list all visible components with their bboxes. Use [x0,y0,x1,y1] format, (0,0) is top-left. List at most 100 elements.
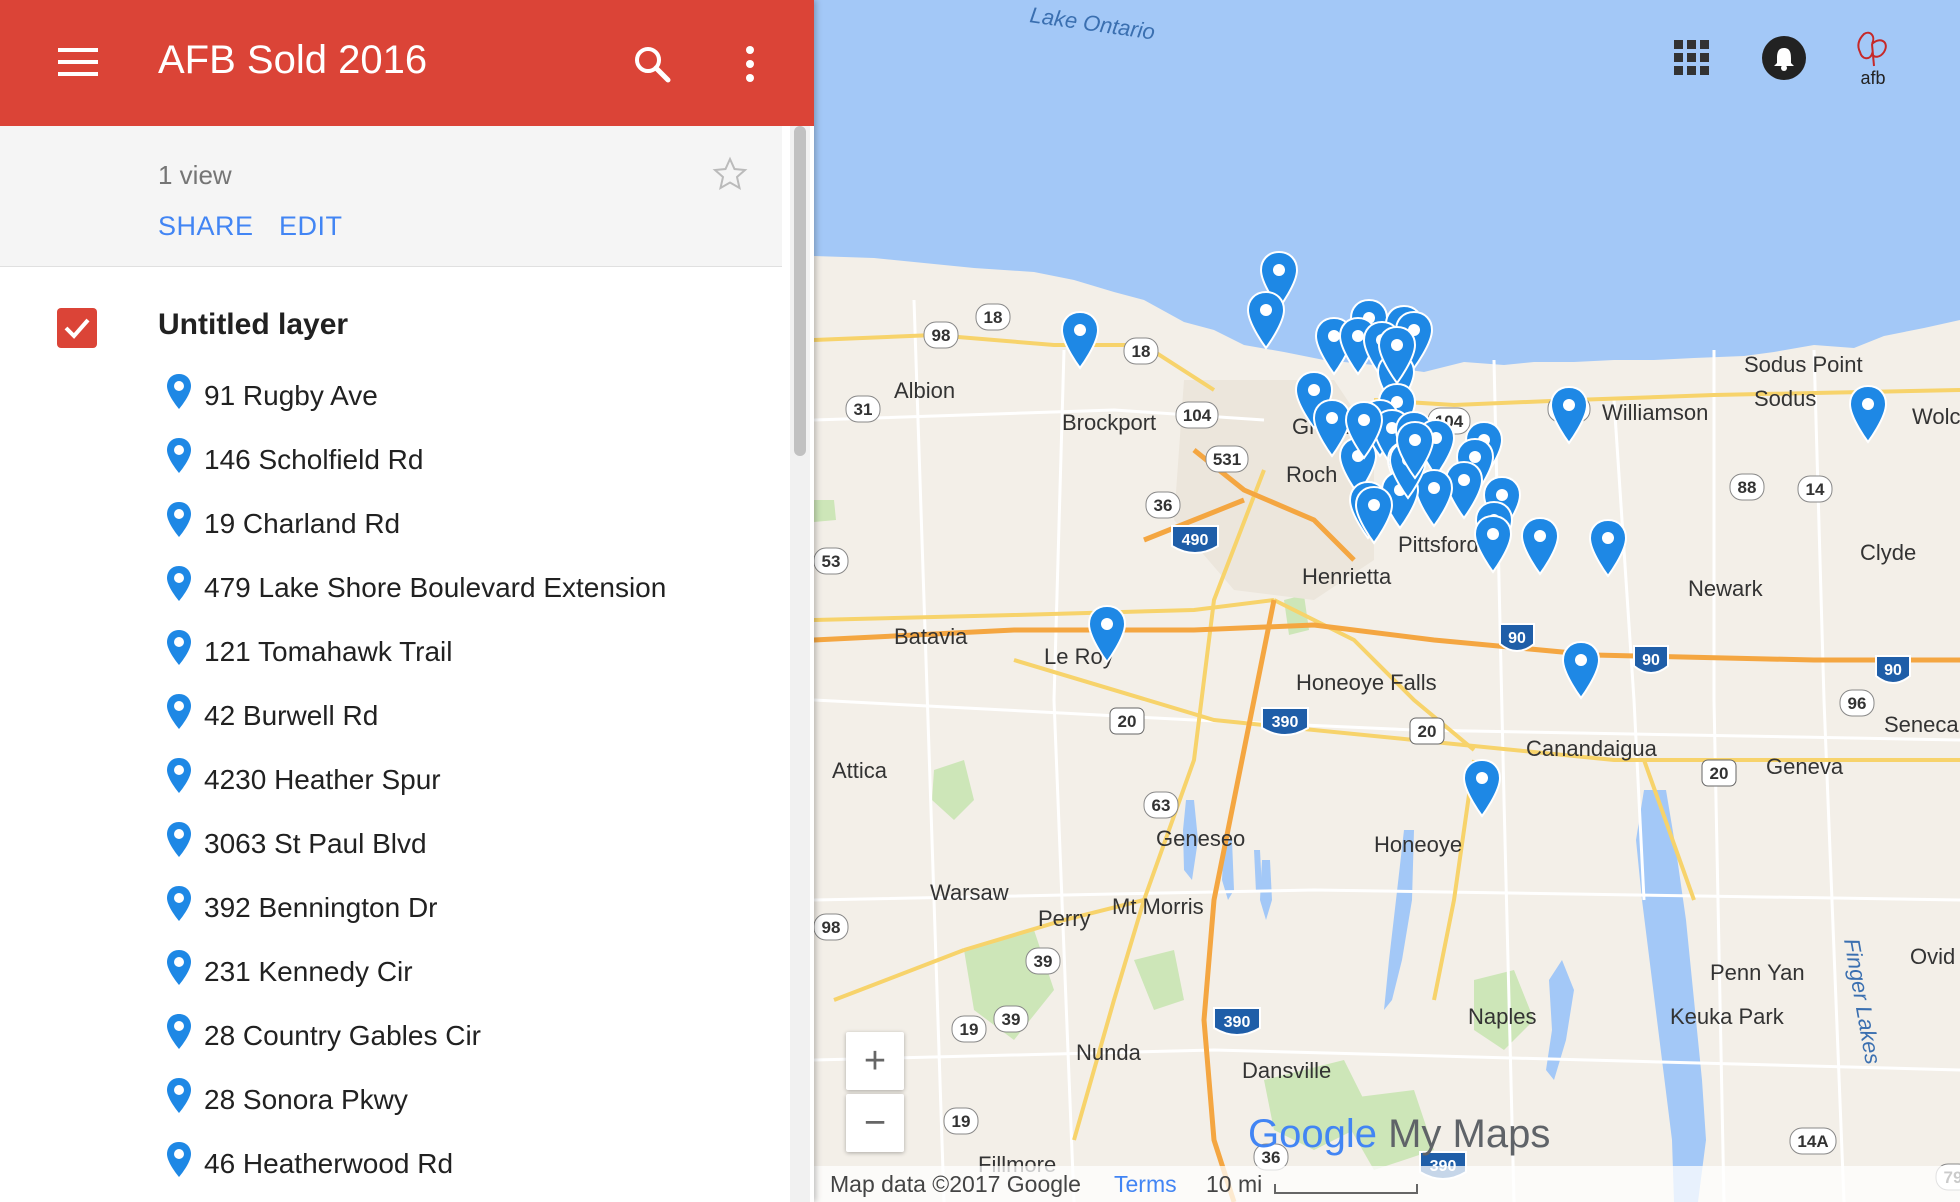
star-outline-icon[interactable] [712,156,748,192]
scale-bar [1274,1184,1418,1194]
menu-icon[interactable] [58,48,98,78]
zoom-out-button[interactable]: − [846,1094,904,1152]
list-item[interactable]: 231 Kennedy Cir [160,948,760,998]
afb-logo-icon[interactable]: afb [1850,28,1896,90]
place-marker-icon [164,820,194,865]
list-item[interactable]: 479 Lake Shore Boulevard Extension [160,564,760,614]
place-address: 4230 Heather Spur [204,764,441,795]
place-address: 42 Burwell Rd [204,700,379,731]
svg-text:31: 31 [854,400,873,419]
town-label: Canandaigua [1526,736,1658,761]
town-label: Mt Morris [1112,894,1204,919]
svg-text:96: 96 [1848,694,1867,713]
panel-header: AFB Sold 2016 [0,0,814,126]
town-label: Geneseo [1156,826,1245,851]
town-label: Wolcot [1912,404,1960,429]
svg-text:39: 39 [1034,952,1053,971]
svg-text:90: 90 [1884,662,1902,679]
map-meta: 1 view SHARE EDIT [0,126,782,267]
google-my-maps-brand: Google My Maps [1248,1112,1550,1157]
place-address: 479 Lake Shore Boulevard Extension [204,572,667,603]
google-wordmark: Google [1248,1112,1377,1156]
share-button[interactable]: SHARE [158,211,254,242]
scale-label: 10 mi [1206,1171,1263,1197]
zoom-in-label: + [863,1040,887,1082]
search-icon[interactable] [632,44,672,84]
view-count: 1 view [158,160,232,190]
svg-text:20: 20 [1418,722,1437,741]
town-label: Albion [894,378,955,403]
town-label: Seneca [1884,712,1959,737]
list-item[interactable]: 19 Charland Rd [160,500,760,550]
town-label: Perry [1038,906,1091,931]
town-label: Sodus [1754,386,1816,411]
svg-text:63: 63 [1152,796,1171,815]
town-label: Henrietta [1302,564,1392,589]
map-svg[interactable]: Lake Ontario Finger Lakes Albion Brockpo… [814,0,1960,1202]
apps-grid-icon[interactable] [1672,38,1712,78]
bell-icon[interactable] [1762,36,1806,80]
layer-checkbox[interactable] [57,308,97,348]
svg-text:490: 490 [1182,532,1209,549]
svg-text:20: 20 [1118,712,1137,731]
town-label: Warsaw [930,880,1009,905]
map-canvas[interactable]: Lake Ontario Finger Lakes Albion Brockpo… [814,0,1960,1202]
svg-text:98: 98 [932,326,951,345]
svg-text:531: 531 [1213,450,1241,469]
town-label: Attica [832,758,888,783]
town-label: Geneva [1766,754,1844,779]
zoom-in-button[interactable]: + [846,1032,904,1090]
svg-text:90: 90 [1508,630,1526,647]
place-address: 392 Bennington Dr [204,892,438,923]
svg-text:390: 390 [1272,714,1299,731]
town-label: Naples [1468,1004,1536,1029]
place-marker-icon [164,1012,194,1057]
more-vert-icon[interactable] [734,44,766,84]
town-label: Honeoye Falls [1296,670,1437,695]
map-footer: Map data ©2017 Google Terms 10 mi [814,1166,1960,1202]
list-item[interactable]: 146 Scholfield Rd [160,436,760,486]
town-label: Penn Yan [1710,960,1805,985]
list-item[interactable]: 42 Burwell Rd [160,692,760,742]
svg-text:90: 90 [1642,652,1660,669]
place-address: 146 Scholfield Rd [204,444,424,475]
afb-logo-text: afb [1860,68,1885,88]
edit-button[interactable]: EDIT [279,211,343,242]
svg-text:18: 18 [984,308,1003,327]
list-item[interactable]: 46 Heatherwood Rd [160,1140,760,1190]
place-marker-icon [164,692,194,737]
town-label: Roch [1286,462,1337,487]
place-address: 28 Country Gables Cir [204,1020,482,1051]
panel-scrollbar[interactable] [790,126,810,1202]
list-item[interactable]: 392 Bennington Dr [160,884,760,934]
town-label: Williamson [1602,400,1708,425]
place-marker-icon [164,564,194,609]
svg-text:88: 88 [1738,478,1757,497]
town-label: Keuka Park [1670,1004,1785,1029]
svg-text:104: 104 [1183,406,1212,425]
list-item[interactable]: 4230 Heather Spur [160,756,760,806]
place-address: 231 Kennedy Cir [204,956,413,987]
svg-text:19: 19 [960,1020,979,1039]
town-label: Brockport [1062,410,1156,435]
list-item[interactable]: 28 Country Gables Cir [160,1012,760,1062]
place-marker-icon [164,756,194,801]
place-marker-icon [164,436,194,481]
scrollbar-thumb[interactable] [794,126,806,456]
map-side-panel: AFB Sold 2016 1 view SHARE EDIT Untitled… [0,0,814,1202]
terms-link[interactable]: Terms [1114,1171,1177,1198]
svg-text:14: 14 [1806,480,1825,499]
list-item[interactable]: 28 Sonora Pkwy [160,1076,760,1126]
town-label: Honeoye [1374,832,1462,857]
town-label: Newark [1688,576,1764,601]
town-label: Nunda [1076,1040,1142,1065]
list-item[interactable]: 3063 St Paul Blvd [160,820,760,870]
my-maps-wordmark: My Maps [1376,1112,1551,1156]
svg-text:19: 19 [952,1112,971,1131]
list-item[interactable]: 121 Tomahawk Trail [160,628,760,678]
place-marker-icon [164,500,194,545]
list-item[interactable]: 91 Rugby Ave [160,372,760,422]
svg-text:390: 390 [1224,1014,1251,1031]
svg-text:20: 20 [1710,764,1729,783]
check-icon [64,318,90,339]
